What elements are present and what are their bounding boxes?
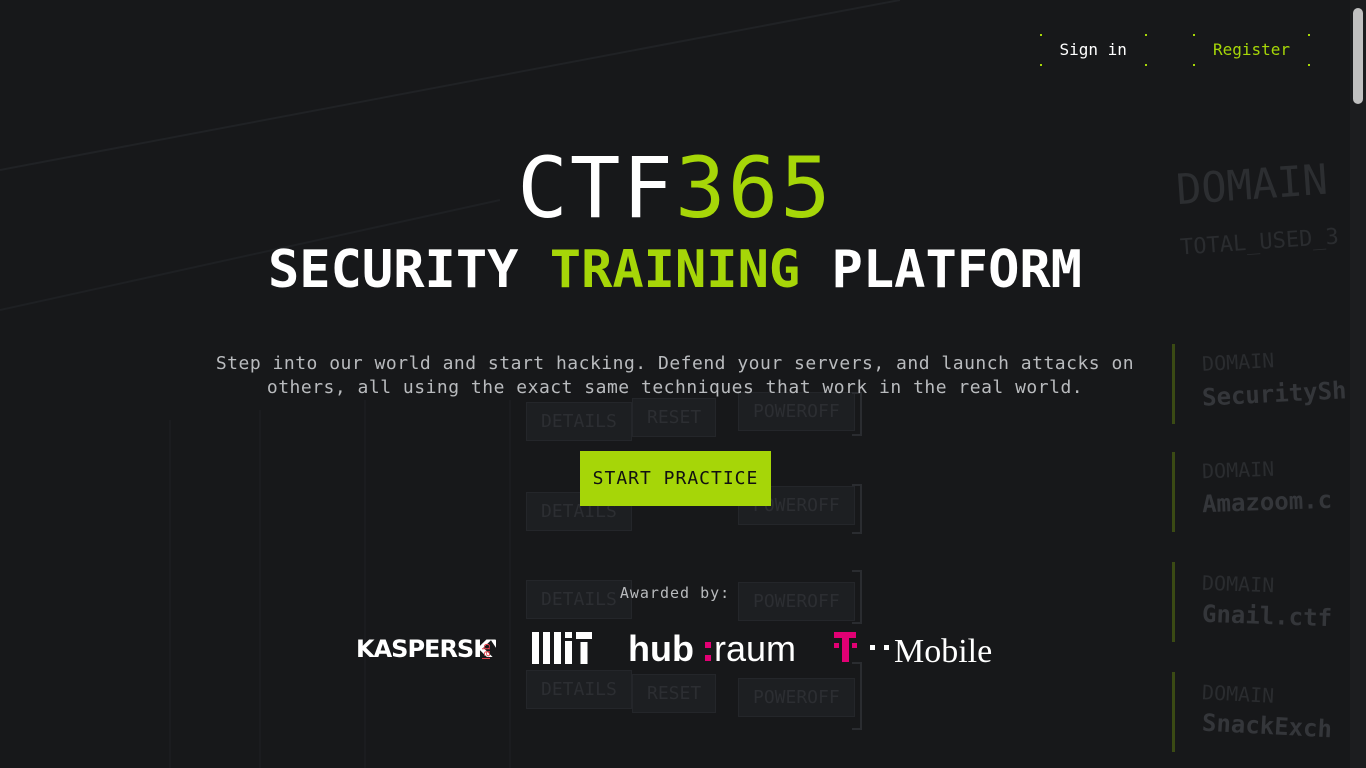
bg-domain-name: Amazoom.c: [1201, 485, 1333, 519]
bg-domain-label: DOMAIN: [1201, 680, 1275, 708]
svg-text:KASPERSKY: KASPERSKY: [356, 635, 496, 663]
sign-in-button[interactable]: Sign in: [1039, 34, 1147, 66]
ctf365-logo: CTF365: [0, 140, 1350, 236]
svg-text:Mobile: Mobile: [894, 633, 992, 668]
svg-text:hub: hub: [628, 628, 694, 668]
mit-logo: [532, 628, 592, 668]
logo-prefix: CTF: [517, 139, 675, 237]
award-logos: KASPERSKY lab hub raum Mobile: [356, 628, 996, 668]
top-nav: Sign in Register: [1039, 34, 1310, 66]
hero-section: CTF365 SECURITY TRAINING PLATFORM: [0, 140, 1350, 302]
kaspersky-lab-logo: KASPERSKY lab: [356, 628, 496, 668]
hero-description: Step into our world and start hacking. D…: [0, 352, 1350, 400]
svg-text:raum: raum: [714, 628, 796, 668]
sign-in-label: Sign in: [1059, 40, 1127, 59]
scrollbar-thumb[interactable]: [1353, 8, 1363, 104]
description-line: Step into our world and start hacking. D…: [215, 353, 1135, 374]
page-scrollbar[interactable]: [1350, 0, 1366, 768]
page-title: SECURITY TRAINING PLATFORM: [0, 238, 1350, 302]
start-practice-button[interactable]: START PRACTICE: [580, 451, 771, 506]
bg-poweroff-button: POWEROFF: [738, 678, 855, 717]
hubraum-logo: hub raum: [628, 628, 798, 668]
bg-details-button: DETAILS: [526, 402, 632, 441]
register-label: Register: [1212, 40, 1290, 59]
bg-reset-button: RESET: [632, 674, 717, 713]
bg-domain-name: Gnail.ctf: [1201, 599, 1333, 633]
svg-text:lab: lab: [480, 643, 493, 660]
bg-reset-button: RESET: [632, 398, 717, 437]
awarded-by-heading: Awarded by:: [619, 584, 731, 602]
bg-domain-name: SnackExch: [1201, 708, 1333, 744]
tagline-training: TRAINING: [549, 240, 801, 300]
tagline-platform: PLATFORM: [831, 240, 1082, 300]
description-line: others, all using the exact same techniq…: [266, 377, 1084, 398]
t-mobile-logo: Mobile: [834, 628, 996, 668]
tagline-security: SECURITY: [268, 240, 519, 300]
register-button[interactable]: Register: [1192, 34, 1310, 66]
logo-suffix: 365: [675, 139, 833, 237]
bg-domain-label: DOMAIN: [1201, 456, 1275, 484]
bg-details-button: DETAILS: [526, 670, 632, 709]
